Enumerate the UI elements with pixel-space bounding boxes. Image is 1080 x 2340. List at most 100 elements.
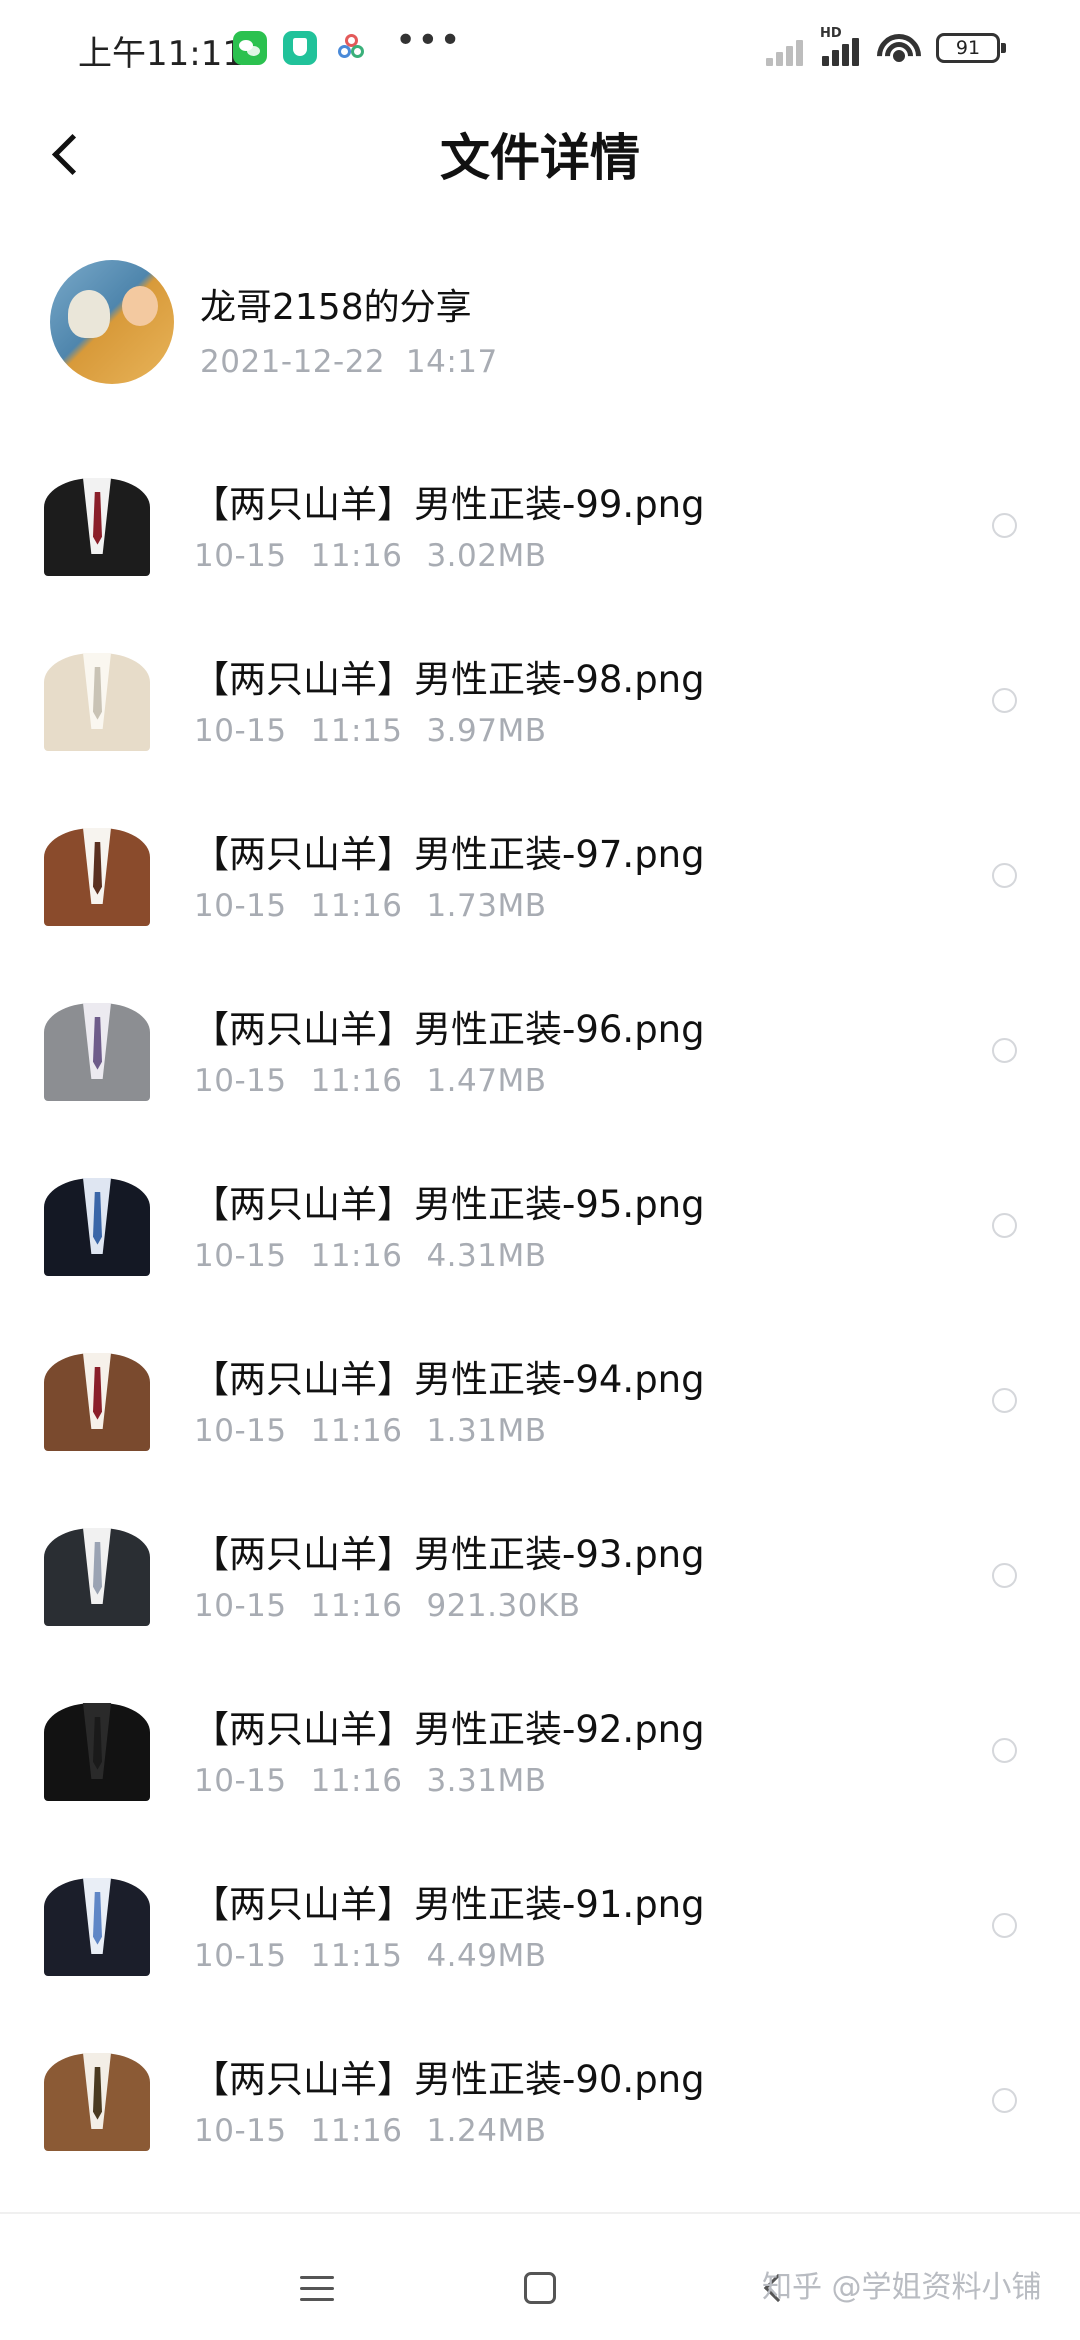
file-time: 11:16	[310, 1063, 403, 1099]
file-meta: 10-15 11:16 4.31MB	[194, 1238, 546, 1274]
file-time: 11:16	[310, 1763, 403, 1799]
file-size: 1.31MB	[426, 1413, 547, 1449]
more-notifications-icon: •••	[395, 20, 462, 61]
file-time: 11:15	[310, 713, 403, 749]
share-timestamp: 2021-12-22 14:17	[200, 344, 498, 380]
file-size: 3.02MB	[426, 538, 547, 574]
file-meta: 10-15 11:15 3.97MB	[194, 713, 546, 749]
file-row[interactable]: 【两只山羊】男性正装-92.png 10-15 11:16 3.31MB	[0, 1663, 1080, 1838]
share-name: 龙哥2158的分享	[200, 287, 472, 328]
file-meta: 10-15 11:16 921.30KB	[194, 1588, 581, 1624]
file-name: 【两只山羊】男性正装-92.png	[192, 1708, 705, 1751]
file-meta: 10-15 11:16 3.02MB	[194, 538, 546, 574]
file-size: 1.47MB	[426, 1063, 547, 1099]
menu-icon[interactable]	[300, 2274, 334, 2304]
wechat-icon	[233, 31, 267, 65]
share-date: 2021-12-22	[200, 344, 386, 380]
select-radio[interactable]	[992, 1563, 1017, 1588]
file-date: 10-15	[194, 1938, 287, 1974]
select-radio[interactable]	[992, 1388, 1017, 1413]
file-details-screen: 上午11:11 ••• HD 91 文件详情 龙哥2158的分享 2021-12…	[0, 0, 1080, 2340]
file-name: 【两只山羊】男性正装-96.png	[192, 1008, 705, 1051]
clover-app-icon	[334, 31, 368, 65]
signal-icon	[820, 32, 866, 66]
select-radio[interactable]	[992, 688, 1017, 713]
file-date: 10-15	[194, 538, 287, 574]
status-bar: 上午11:11 ••• HD 91	[0, 0, 1080, 96]
file-row[interactable]: 【两只山羊】男性正装-90.png 10-15 11:16 1.24MB	[0, 2013, 1080, 2188]
file-date: 10-15	[194, 1238, 287, 1274]
file-name: 【两只山羊】男性正装-95.png	[192, 1183, 705, 1226]
shield-app-icon	[283, 31, 317, 65]
file-size: 921.30KB	[426, 1588, 581, 1624]
file-thumbnail	[44, 1353, 150, 1451]
file-row[interactable]: 【两只山羊】男性正装-98.png 10-15 11:15 3.97MB	[0, 613, 1080, 788]
file-date: 10-15	[194, 1063, 287, 1099]
file-time: 11:16	[310, 2113, 403, 2149]
file-meta: 10-15 11:16 3.31MB	[194, 1763, 546, 1799]
watermark: 知乎 @学姐资料小铺	[762, 2270, 1042, 2305]
file-name: 【两只山羊】男性正装-90.png	[192, 2058, 705, 2101]
share-time: 14:17	[405, 344, 498, 380]
file-time: 11:16	[310, 888, 403, 924]
file-size: 4.49MB	[426, 1938, 547, 1974]
file-row[interactable]: 【两只山羊】男性正装-94.png 10-15 11:16 1.31MB	[0, 1313, 1080, 1488]
file-thumbnail	[44, 1003, 150, 1101]
battery-icon: 91	[936, 33, 1006, 63]
select-radio[interactable]	[992, 1213, 1017, 1238]
file-date: 10-15	[194, 1413, 287, 1449]
file-name: 【两只山羊】男性正装-93.png	[192, 1533, 705, 1576]
file-time: 11:16	[310, 1238, 403, 1274]
file-time: 11:15	[310, 1938, 403, 1974]
home-square-icon[interactable]	[524, 2272, 556, 2304]
avatar	[50, 260, 174, 384]
select-radio[interactable]	[992, 513, 1017, 538]
file-name: 【两只山羊】男性正装-99.png	[192, 483, 705, 526]
file-meta: 10-15 11:16 1.24MB	[194, 2113, 546, 2149]
select-radio[interactable]	[992, 2088, 1017, 2113]
file-size: 3.31MB	[426, 1763, 547, 1799]
select-radio[interactable]	[992, 863, 1017, 888]
file-meta: 10-15 11:16 1.31MB	[194, 1413, 546, 1449]
file-name: 【两只山羊】男性正装-91.png	[192, 1883, 705, 1926]
file-meta: 10-15 11:16 1.73MB	[194, 888, 546, 924]
file-list: 【两只山羊】男性正装-99.png 10-15 11:16 3.02MB 【两只山羊】男…	[0, 438, 1080, 2188]
select-radio[interactable]	[992, 1038, 1017, 1063]
file-size: 3.97MB	[426, 713, 547, 749]
file-row[interactable]: 【两只山羊】男性正装-97.png 10-15 11:16 1.73MB	[0, 788, 1080, 963]
file-row[interactable]: 【两只山羊】男性正装-99.png 10-15 11:16 3.02MB	[0, 438, 1080, 613]
file-thumbnail	[44, 1178, 150, 1276]
wifi-icon	[876, 28, 922, 66]
file-size: 1.73MB	[426, 888, 547, 924]
file-date: 10-15	[194, 1763, 287, 1799]
file-row[interactable]: 【两只山羊】男性正装-91.png 10-15 11:15 4.49MB	[0, 1838, 1080, 2013]
file-meta: 10-15 11:15 4.49MB	[194, 1938, 546, 1974]
file-time: 11:16	[310, 1588, 403, 1624]
signal-icon	[766, 32, 812, 66]
file-size: 4.31MB	[426, 1238, 547, 1274]
file-date: 10-15	[194, 1588, 287, 1624]
file-date: 10-15	[194, 713, 287, 749]
file-name: 【两只山羊】男性正装-97.png	[192, 833, 705, 876]
select-radio[interactable]	[992, 1913, 1017, 1938]
file-row[interactable]: 【两只山羊】男性正装-93.png 10-15 11:16 921.30KB	[0, 1488, 1080, 1663]
file-thumbnail	[44, 828, 150, 926]
file-size: 1.24MB	[426, 2113, 547, 2149]
status-time: 上午11:11	[78, 34, 244, 74]
file-thumbnail	[44, 2053, 150, 2151]
file-thumbnail	[44, 1703, 150, 1801]
file-thumbnail	[44, 1528, 150, 1626]
file-thumbnail	[44, 1878, 150, 1976]
file-time: 11:16	[310, 1413, 403, 1449]
file-date: 10-15	[194, 2113, 287, 2149]
file-meta: 10-15 11:16 1.47MB	[194, 1063, 546, 1099]
page-title: 文件详情	[440, 129, 640, 187]
file-name: 【两只山羊】男性正装-94.png	[192, 1358, 705, 1401]
file-row[interactable]: 【两只山羊】男性正装-96.png 10-15 11:16 1.47MB	[0, 963, 1080, 1138]
file-row[interactable]: 【两只山羊】男性正装-95.png 10-15 11:16 4.31MB	[0, 1138, 1080, 1313]
select-radio[interactable]	[992, 1738, 1017, 1763]
file-time: 11:16	[310, 538, 403, 574]
file-name: 【两只山羊】男性正装-98.png	[192, 658, 705, 701]
file-thumbnail	[44, 478, 150, 576]
file-thumbnail	[44, 653, 150, 751]
